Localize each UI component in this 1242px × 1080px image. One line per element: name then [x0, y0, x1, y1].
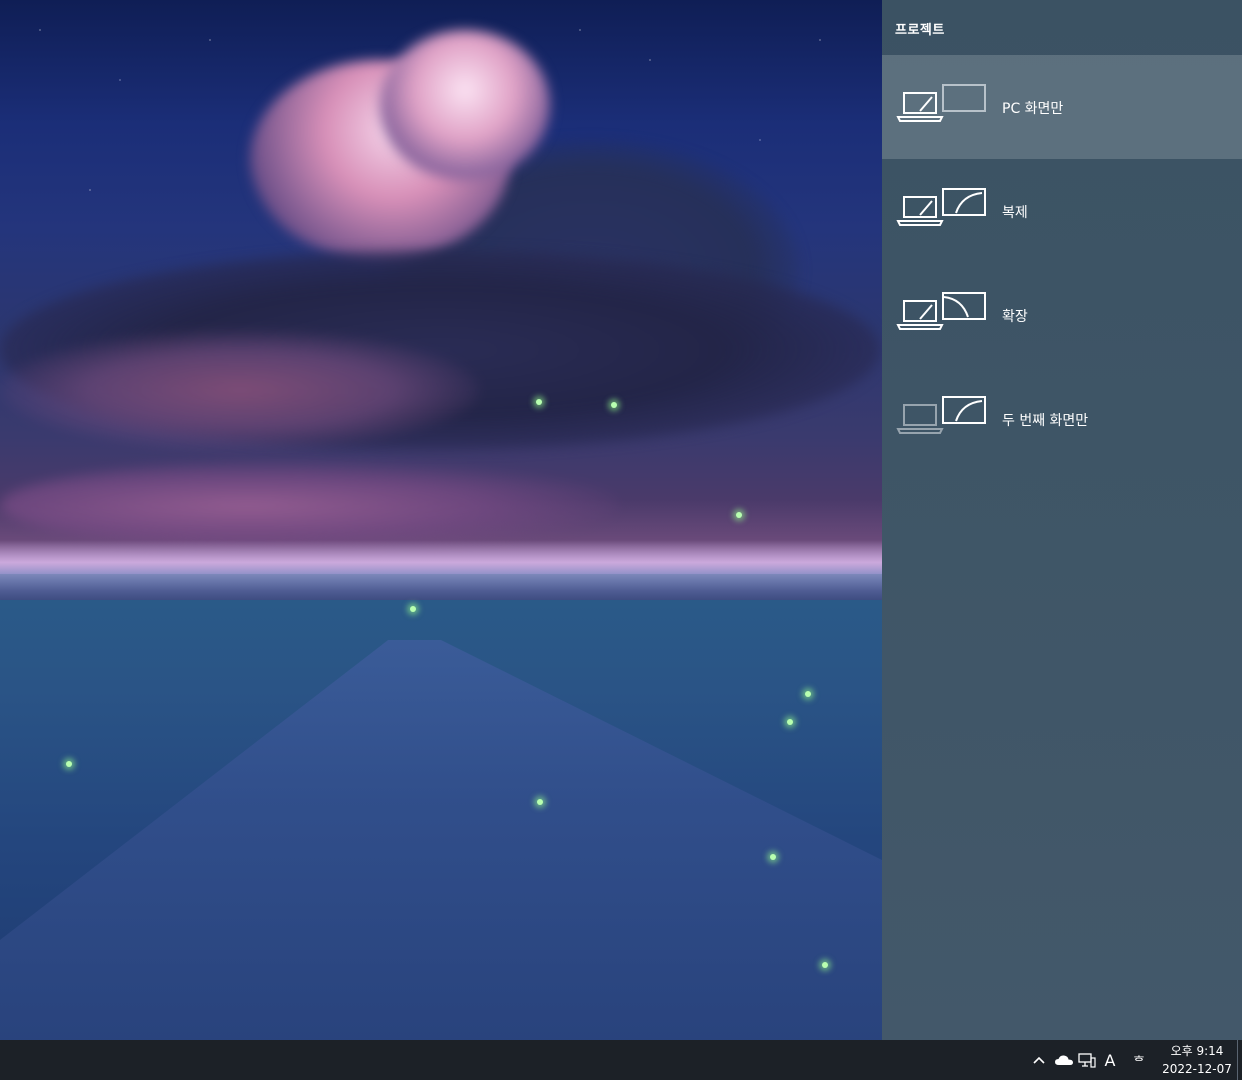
option-label: PC 화면만 — [1002, 101, 1064, 117]
duplicate-icon — [896, 185, 992, 233]
chevron-up-icon[interactable] — [1028, 1040, 1050, 1080]
taskbar: A ᄒ 오후 9:14 2022-12-07 — [0, 1040, 1242, 1080]
wallpaper-firefly — [536, 399, 542, 405]
option-pc-screen-only[interactable]: PC 화면만 — [882, 55, 1242, 159]
network-icon[interactable] — [1076, 1040, 1098, 1080]
onedrive-cloud-icon[interactable] — [1052, 1040, 1076, 1080]
show-desktop-divider — [1237, 1040, 1238, 1080]
wallpaper-firefly — [410, 606, 416, 612]
clock-time: 오후 9:14 — [1170, 1044, 1224, 1058]
pc-screen-only-icon — [896, 81, 992, 129]
option-label: 복제 — [1002, 205, 1028, 221]
wallpaper-cloud — [0, 330, 480, 450]
ime-hangul-indicator[interactable]: ᄒ — [1128, 1040, 1150, 1080]
wallpaper-firefly — [66, 761, 72, 767]
desktop-wallpaper — [0, 0, 882, 1040]
option-label: 확장 — [1002, 309, 1028, 325]
wallpaper-firefly — [805, 691, 811, 697]
wallpaper-firefly — [537, 799, 543, 805]
panel-title: 프로젝트 — [895, 23, 945, 38]
option-duplicate[interactable]: 복제 — [882, 159, 1242, 263]
ime-mode-indicator[interactable]: A — [1099, 1040, 1121, 1080]
extend-icon — [896, 289, 992, 337]
project-panel: 프로젝트 PC 화면만 복제 확장 두 번째 화면만 — [882, 0, 1242, 1040]
clock-date: 2022-12-07 — [1162, 1062, 1232, 1076]
wallpaper-firefly — [787, 719, 793, 725]
wallpaper-firefly — [611, 402, 617, 408]
second-screen-only-icon — [896, 393, 992, 441]
option-label: 두 번째 화면만 — [1002, 413, 1089, 429]
wallpaper-firefly — [770, 854, 776, 860]
wallpaper-cloud — [0, 460, 620, 550]
wallpaper-cloud — [380, 30, 550, 180]
wallpaper-firefly — [736, 512, 742, 518]
option-second-screen-only[interactable]: 두 번째 화면만 — [882, 367, 1242, 471]
option-extend[interactable]: 확장 — [882, 263, 1242, 367]
wallpaper-firefly — [822, 962, 828, 968]
taskbar-clock[interactable]: 오후 9:14 2022-12-07 — [1160, 1042, 1234, 1078]
